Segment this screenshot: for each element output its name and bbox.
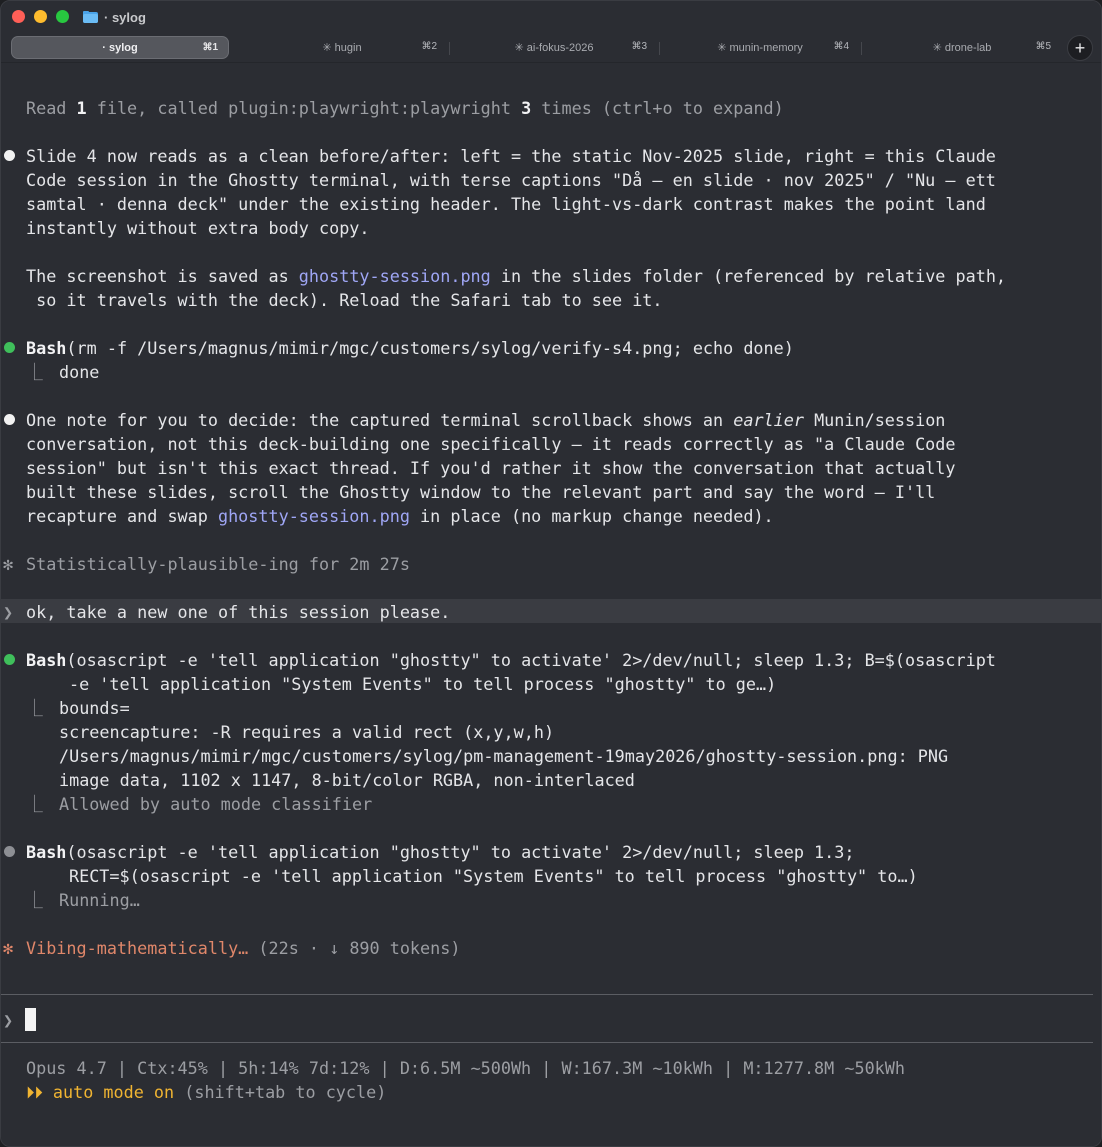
fast-forward-icon: ⏵⏵ [26, 1082, 43, 1102]
bash-output-line: done [59, 362, 100, 382]
tab-ai-fokus-2026[interactable]: ✳ ai-fokus-2026 ⌘3 [451, 36, 657, 59]
tab-drone-lab[interactable]: ✳ drone-lab ⌘5 [863, 36, 1061, 59]
title-bar: · sylog [1, 1, 1101, 33]
tab-separator [659, 42, 660, 55]
tab-sylog[interactable]: · sylog ⌘1 [11, 36, 229, 59]
message-bullet-icon [4, 150, 15, 161]
message-bullet-icon [4, 414, 15, 425]
tab-separator [861, 42, 862, 55]
close-window-button[interactable] [12, 10, 25, 23]
assistant-message-line: samtal · denna deck" under the existing … [26, 194, 986, 214]
tab-munin-memory[interactable]: ✳ munin-memory ⌘4 [661, 36, 859, 59]
mode-indicator[interactable]: ⏵⏵ auto mode on (shift+tab to cycle) [26, 1080, 386, 1104]
minimize-window-button[interactable] [34, 10, 47, 23]
tab-shortcut: ⌘5 [1035, 41, 1051, 52]
spinner-icon: ✻ [3, 554, 14, 574]
tab-bar: · sylog ⌘1 ✳ hugin ⌘2 ✳ ai-fokus-2026 ⌘3… [1, 33, 1101, 63]
terminal-window: · sylog · sylog ⌘1 ✳ hugin ⌘2 ✳ ai-fokus… [0, 0, 1102, 1147]
bash-command-line: RECT=$(osascript -e 'tell application "S… [69, 866, 918, 886]
assistant-message-line: recapture and swap ghostty-session.png i… [26, 506, 774, 526]
bash-output-line: /Users/magnus/mimir/mgc/customers/sylog/… [59, 746, 949, 766]
folder-icon [83, 11, 98, 23]
success-dot-icon [4, 654, 15, 665]
input-top-divider [1, 994, 1093, 995]
bash-command-line: Bash(rm -f /Users/magnus/mimir/mgc/custo… [26, 338, 794, 358]
assistant-message-line: Code session in the Ghostty terminal, wi… [26, 170, 996, 190]
new-tab-button[interactable]: + [1067, 35, 1093, 61]
assistant-message-line: The screenshot is saved as ghostty-sessi… [26, 266, 1007, 286]
bash-command-line: -e 'tell application "System Events" to … [69, 674, 777, 694]
tab-label: ✳ munin-memory [717, 42, 803, 54]
tab-shortcut: ⌘3 [631, 41, 647, 52]
file-link[interactable]: ghostty-session.png [299, 266, 491, 286]
permission-note: Allowed by auto mode classifier [59, 794, 373, 814]
tab-shortcut: ⌘2 [421, 41, 437, 52]
file-link[interactable]: ghostty-session.png [218, 506, 410, 526]
assistant-message-line: built these slides, scroll the Ghostty w… [26, 482, 936, 502]
status-line: Statistically-plausible-ing for 2m 27s [26, 554, 410, 574]
prompt-chevron-icon: ❯ [3, 1010, 14, 1030]
tab-hugin[interactable]: ✳ hugin ⌘2 [237, 36, 447, 59]
window-title: · sylog [104, 9, 146, 25]
bash-command-line: Bash(osascript -e 'tell application "gho… [26, 650, 996, 670]
bash-output-line: bounds= [59, 698, 130, 718]
tab-label: · sylog [102, 41, 138, 54]
working-status-line: Vibing-mathematically… (22s · ↓ 890 toke… [26, 938, 461, 958]
text-cursor [25, 1008, 36, 1031]
spinner-icon: ✻ [3, 938, 14, 958]
assistant-message-line: conversation, not this deck-building one… [26, 434, 956, 454]
tool-summary-line: Read 1 file, called plugin:playwright:pl… [26, 98, 784, 118]
status-line-metrics: Opus 4.7 | Ctx:45% | 5h:14% 7d:12% | D:6… [26, 1058, 905, 1078]
tab-label: ✳ ai-fokus-2026 [514, 42, 594, 54]
assistant-message-line: so it travels with the deck). Reload the… [26, 290, 663, 310]
bash-output-line: Running… [59, 890, 140, 910]
assistant-message-line: Slide 4 now reads as a clean before/afte… [26, 146, 996, 166]
output-corner-icon: ⎿ [26, 698, 43, 718]
output-corner-icon: ⎿ [26, 794, 43, 814]
window-title-group: · sylog [83, 8, 146, 26]
output-corner-icon: ⎿ [26, 362, 43, 382]
bash-output-line: image data, 1102 x 1147, 8-bit/color RGB… [59, 770, 635, 790]
output-corner-icon: ⎿ [26, 890, 43, 910]
tab-label: ✳ drone-lab [932, 42, 992, 54]
bash-output-line: screencapture: -R requires a valid rect … [59, 722, 555, 742]
assistant-message-line: session" but isn't this exact thread. If… [26, 458, 956, 478]
pending-dot-icon [4, 846, 15, 857]
bash-command-line: Bash(osascript -e 'tell application "gho… [26, 842, 855, 862]
zoom-window-button[interactable] [56, 10, 69, 23]
terminal-content: Read 1 file, called plugin:playwright:pl… [1, 64, 1101, 1146]
prompt-chevron-icon: ❯ [3, 602, 14, 622]
user-message-text: ok, take a new one of this session pleas… [26, 602, 451, 622]
tab-label: ✳ hugin [322, 42, 362, 54]
tab-shortcut: ⌘4 [833, 41, 849, 52]
success-dot-icon [4, 342, 15, 353]
tab-shortcut: ⌘1 [202, 42, 218, 53]
tab-separator [449, 42, 450, 55]
input-bottom-divider [1, 1042, 1093, 1043]
assistant-message-line: instantly without extra body copy. [26, 218, 370, 238]
assistant-message-line: One note for you to decide: the captured… [26, 410, 946, 430]
